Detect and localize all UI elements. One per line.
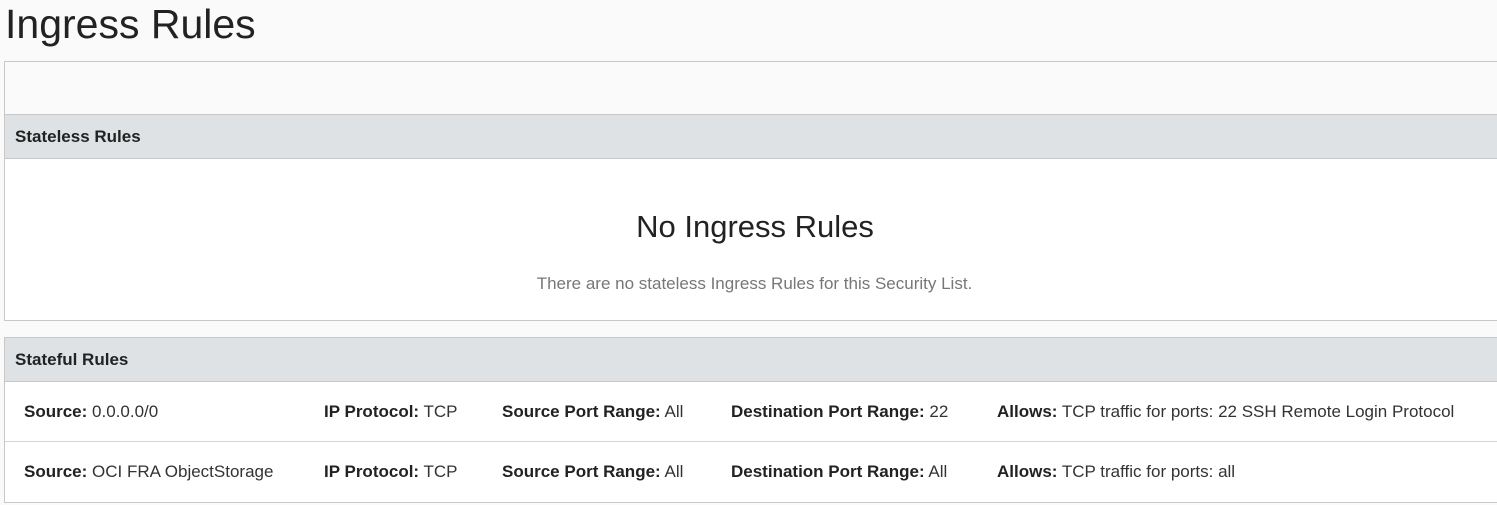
rule-allows: Allows: TCP traffic for ports: 22 SSH Re… — [997, 402, 1454, 422]
rule-source-value: 0.0.0.0/0 — [92, 401, 159, 421]
stateless-empty-state: No Ingress Rules There are no stateless … — [5, 159, 1497, 320]
empty-state-title: No Ingress Rules — [636, 209, 874, 244]
stateless-toolbar — [5, 62, 1497, 115]
rule-source-port-range-label: Source Port Range: — [502, 401, 661, 421]
rule-destination-port-range: Destination Port Range: All — [731, 462, 947, 482]
rule-ip-protocol-value: TCP — [423, 401, 458, 421]
rule-ip-protocol: IP Protocol: TCP — [324, 462, 458, 482]
stateful-rules-header: Stateful Rules — [5, 338, 1497, 382]
rule-source-port-range-value: All — [664, 462, 684, 481]
rule-source-port-range: Source Port Range: All — [502, 462, 683, 482]
rule-ip-protocol-label: IP Protocol: — [324, 462, 420, 481]
rule-destination-port-range-value: 22 — [929, 401, 949, 421]
rule-row: Source: OCI FRA ObjectStorage IP Protoco… — [5, 442, 1497, 502]
rule-source-port-range-value: All — [664, 401, 684, 421]
stateless-rules-header: Stateless Rules — [5, 115, 1497, 159]
rule-source-port-range: Source Port Range: All — [502, 402, 683, 422]
rule-source-port-range-label: Source Port Range: — [502, 462, 661, 481]
rule-ip-protocol-value: TCP — [423, 462, 458, 481]
rule-row: Source: 0.0.0.0/0 IP Protocol: TCP Sourc… — [5, 382, 1497, 442]
rule-source: Source: 0.0.0.0/0 — [24, 402, 158, 422]
rule-allows-value: TCP traffic for ports: 22 SSH Remote Log… — [1061, 401, 1455, 421]
stateful-rules-panel: Stateful Rules Source: 0.0.0.0/0 IP Prot… — [4, 337, 1497, 503]
rule-allows-value: TCP traffic for ports: all — [1061, 462, 1236, 481]
rule-source-label: Source: — [24, 462, 88, 481]
rule-ip-protocol-label: IP Protocol: — [324, 401, 420, 421]
rule-source-value: OCI FRA ObjectStorage — [92, 462, 274, 481]
rule-allows-label: Allows: — [997, 462, 1058, 481]
page-title: Ingress Rules — [5, 1, 256, 47]
rule-destination-port-range-label: Destination Port Range: — [731, 401, 925, 421]
stateless-rules-panel: Stateless Rules No Ingress Rules There a… — [4, 61, 1497, 321]
rule-destination-port-range-value: All — [928, 462, 948, 481]
rule-allows: Allows: TCP traffic for ports: all — [997, 462, 1235, 482]
rule-allows-label: Allows: — [997, 401, 1058, 421]
rule-source: Source: OCI FRA ObjectStorage — [24, 462, 273, 482]
rule-ip-protocol: IP Protocol: TCP — [324, 402, 458, 422]
empty-state-description: There are no stateless Ingress Rules for… — [536, 274, 973, 293]
rule-destination-port-range-label: Destination Port Range: — [731, 462, 925, 481]
rule-destination-port-range: Destination Port Range: 22 — [731, 402, 948, 422]
rule-source-label: Source: — [24, 401, 88, 421]
